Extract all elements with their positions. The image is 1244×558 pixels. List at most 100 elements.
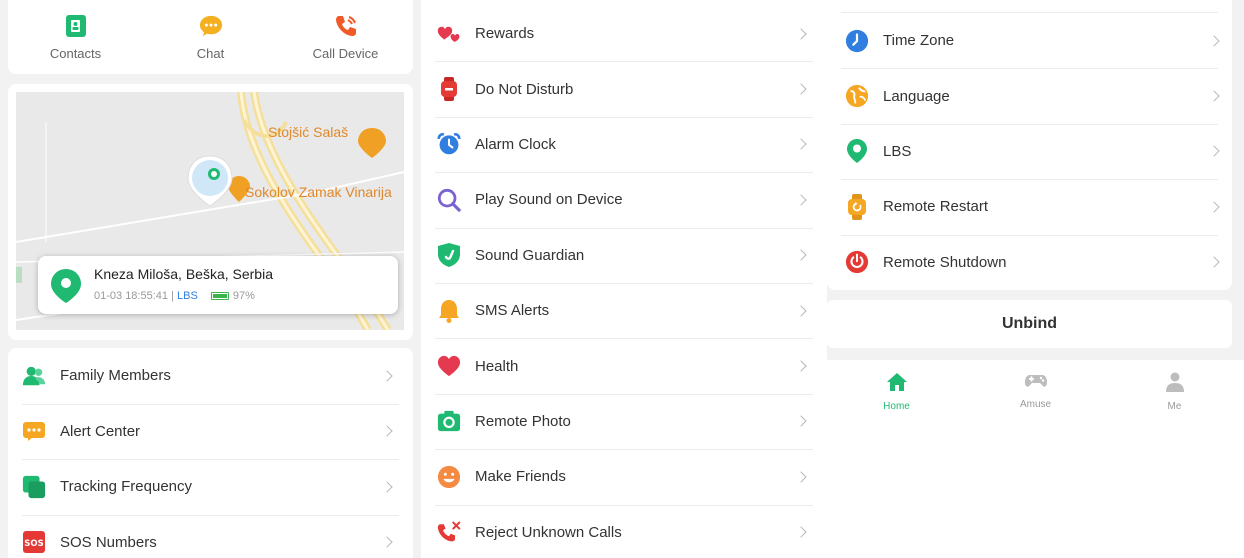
menu-item-sms-alerts[interactable]: SMS Alerts (421, 282, 827, 338)
remote-restart-icon (845, 193, 869, 220)
unbind-area: Unbind (827, 290, 1244, 360)
menu-label: Make Friends (475, 468, 566, 486)
gamepad-icon (1024, 372, 1048, 395)
settings-bottom-panel: Time Zone Language LBS Remote Restart Re… (827, 0, 1244, 558)
menu-label: Play Sound on Device (475, 191, 623, 209)
contacts-button[interactable]: Contacts (8, 0, 143, 74)
menu-middle-list: Rewards Do Not Disturb Alarm Clock Play … (421, 6, 827, 558)
home-panel-top: Contacts Chat Call Device Stojšić Salaš … (0, 0, 413, 558)
tab-me[interactable]: Me (1105, 360, 1244, 418)
menu-item-do-not-disturb[interactable]: Do Not Disturb (421, 61, 827, 116)
menu-label: Family Members (60, 367, 171, 385)
menu-item-remote-restart[interactable]: Remote Restart (827, 179, 1232, 234)
remote-shutdown-icon (845, 250, 869, 274)
unbind-button[interactable]: Unbind (827, 300, 1232, 348)
chat-icon (199, 14, 223, 38)
location-map[interactable]: Stojšić Salaš Sokolov Zamak Vinarija Kne… (16, 92, 404, 330)
menu-item-lbs[interactable]: LBS (827, 123, 1232, 179)
menu-item-remote-photo[interactable]: Remote Photo (421, 393, 827, 449)
chevron-right-icon (795, 526, 807, 538)
location-source: LBS (176, 290, 198, 302)
chevron-right-icon (1208, 145, 1220, 158)
tracking-frequency-icon (22, 475, 46, 499)
chevron-right-icon (381, 536, 393, 548)
chevron-right-icon (795, 415, 807, 428)
menu-label: Alert Center (60, 422, 141, 440)
rewards-icon (437, 22, 461, 46)
remote-photo-icon (437, 409, 461, 433)
menu-label: Health (475, 357, 519, 375)
menu-item-sos-numbers[interactable]: SOS SOS Numbers (8, 514, 413, 558)
settings-bottom-bg: Time Zone Language LBS Remote Restart Re… (827, 0, 1244, 290)
location-card[interactable]: Kneza Miloša, Beška, Serbia 01-03 18:55:… (38, 256, 398, 314)
menu-item-language[interactable]: Language (827, 68, 1232, 123)
chevron-right-icon (1208, 90, 1220, 102)
do-not-disturb-icon (437, 77, 461, 102)
menu-item-rewards[interactable]: Rewards (421, 6, 827, 61)
contacts-label: Contacts (49, 46, 102, 61)
menu-label: Remote Shutdown (883, 253, 1007, 271)
menu-item-make-friends[interactable]: Make Friends (421, 449, 827, 504)
tab-home[interactable]: Home (827, 360, 966, 418)
chevron-right-icon (795, 28, 807, 40)
menu-item-remote-shutdown[interactable]: Remote Shutdown (827, 234, 1232, 290)
contacts-icon (64, 14, 88, 38)
tab-amuse[interactable]: Amuse (966, 360, 1105, 418)
panel-divider (413, 0, 421, 558)
time-zone-icon (845, 29, 869, 53)
menu-label: Reject Unknown Calls (475, 523, 622, 541)
quick-actions-bar: Contacts Chat Call Device (8, 0, 413, 74)
chat-button[interactable]: Chat (143, 0, 278, 74)
chevron-right-icon (1208, 256, 1220, 268)
play-sound-icon (437, 188, 461, 212)
reject-calls-icon (437, 520, 461, 544)
menu-item-alarm-clock[interactable]: Alarm Clock (421, 116, 827, 172)
chevron-right-icon (795, 83, 807, 95)
menu-label: Remote Restart (883, 198, 989, 216)
menu-label: Rewards (475, 25, 535, 43)
chevron-right-icon (795, 194, 807, 206)
svg-text:SOS: SOS (24, 539, 43, 549)
chevron-right-icon (381, 370, 393, 382)
chevron-right-icon (381, 481, 393, 493)
menu-label: SMS Alerts (475, 302, 550, 320)
alarm-clock-icon (437, 132, 461, 156)
call-device-button[interactable]: Call Device (278, 0, 413, 74)
menu-item-play-sound[interactable]: Play Sound on Device (421, 172, 827, 227)
make-friends-icon (437, 465, 461, 489)
menu-item-time-zone[interactable]: Time Zone (827, 13, 1232, 68)
menu-label: SOS Numbers (60, 533, 157, 551)
alert-center-icon (22, 419, 46, 443)
chevron-right-icon (795, 138, 807, 151)
menu-item-health[interactable]: Health (421, 338, 827, 393)
sms-alerts-icon (437, 299, 461, 323)
health-icon (437, 354, 461, 378)
menu-item-reject-unknown-calls[interactable]: Reject Unknown Calls (421, 504, 827, 558)
chevron-right-icon (795, 249, 807, 261)
bottom-tab-bar: Home Amuse Me (827, 360, 1244, 418)
menu-label: Remote Photo (475, 412, 571, 430)
menu-item-tracking-frequency[interactable]: Tracking Frequency (8, 459, 413, 515)
tab-label: Home (883, 401, 910, 412)
battery-level: 97% (232, 290, 255, 302)
menu-item-family-members[interactable]: Family Members (8, 348, 413, 404)
sound-guardian-icon (437, 243, 461, 268)
menu-label: Time Zone (883, 32, 955, 50)
location-address: Kneza Miloša, Beška, Serbia (94, 266, 273, 282)
menu-item-alert-center[interactable]: Alert Center (8, 403, 413, 460)
family-members-icon (22, 364, 46, 388)
home-icon (886, 372, 908, 397)
chevron-right-icon (381, 425, 393, 437)
chevron-right-icon (795, 471, 807, 483)
menu-label: Sound Guardian (475, 246, 585, 264)
menu-item-sound-guardian[interactable]: Sound Guardian (421, 227, 827, 283)
call-device-label: Call Device (312, 46, 379, 61)
location-time: 01-03 18:55:41 | (94, 290, 174, 302)
person-icon (1165, 372, 1184, 397)
menu-label: Tracking Frequency (60, 478, 192, 496)
tab-label: Amuse (1019, 399, 1052, 410)
menu-label: Alarm Clock (475, 135, 556, 153)
menu-label: Do Not Disturb (475, 80, 574, 98)
poi-sokolov-zamak: Sokolov Zamak Vinarija (245, 184, 392, 200)
call-device-icon (334, 14, 358, 38)
